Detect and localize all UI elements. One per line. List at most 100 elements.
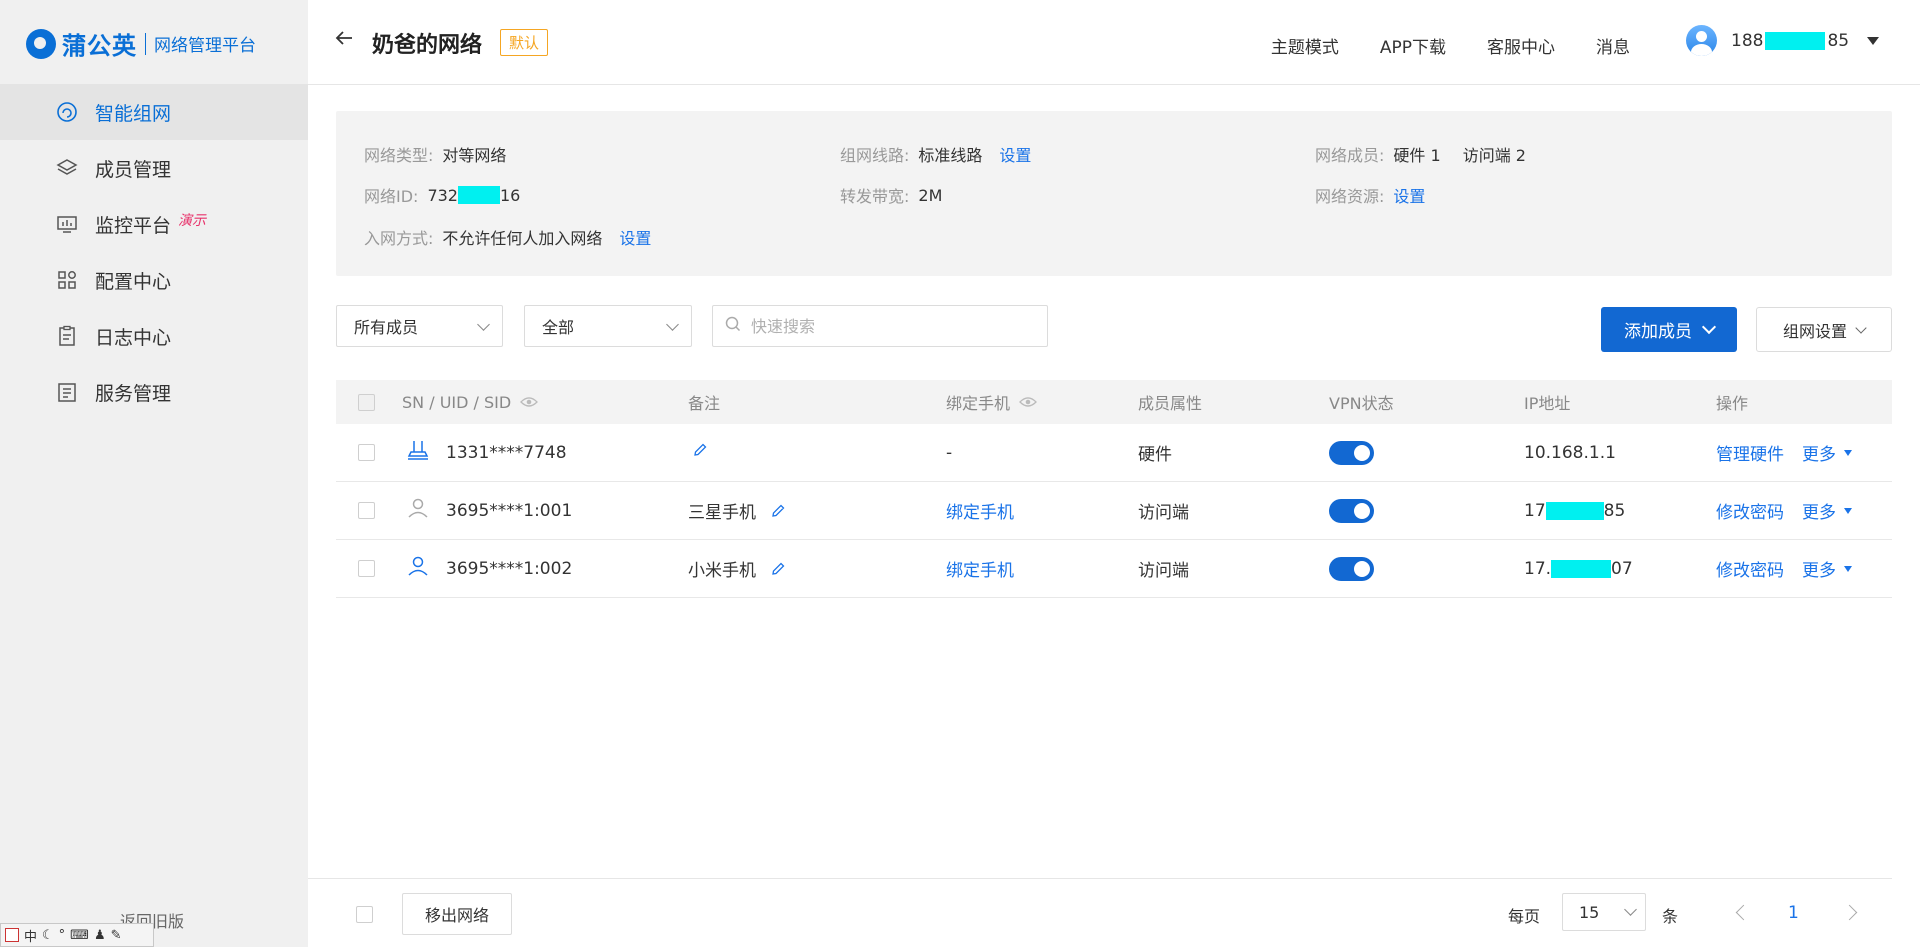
logo[interactable]: 蒲公英 网络管理平台 — [26, 26, 256, 61]
add-member-button[interactable]: 添加成员 — [1601, 307, 1737, 352]
table-header: SN / UID / SID 备注 绑定手机 成员属性 VPN状态 IP地址 操… — [336, 380, 1892, 424]
eye-icon[interactable] — [1019, 396, 1037, 408]
monitor-icon — [56, 213, 78, 235]
sidebar-item-member-management[interactable]: 成员管理 — [0, 140, 308, 196]
per-page-unit: 条 — [1662, 907, 1679, 926]
remark-cell: 小米手机 — [688, 540, 786, 597]
ime-toolbar[interactable]: 中 ☾ ° ⌨ ♟ ✎ — [0, 923, 154, 947]
user-menu[interactable]: 188 85 — [1686, 25, 1880, 56]
search-box[interactable] — [712, 305, 1048, 347]
network-settings-button[interactable]: 组网设置 — [1756, 307, 1892, 352]
join-method-settings-link[interactable]: 设置 — [619, 225, 651, 249]
layers-icon — [56, 157, 78, 179]
user-phone-suffix: 85 — [1827, 30, 1850, 51]
vpn-toggle[interactable] — [1329, 440, 1374, 465]
sidebar-item-smart-network[interactable]: 智能组网 — [0, 84, 308, 140]
header-attr: 成员属性 — [1138, 394, 1203, 413]
pencil-icon[interactable] — [770, 503, 786, 519]
network-type-label: 网络类型: — [364, 146, 434, 165]
logo-divider — [145, 32, 146, 55]
next-page-icon[interactable] — [1841, 904, 1858, 921]
remark-value: 小米手机 — [688, 561, 756, 581]
page-size-value: 15 — [1579, 902, 1600, 922]
page-size-select[interactable]: 15 — [1562, 893, 1646, 931]
pencil-icon[interactable] — [692, 442, 708, 463]
remark-cell — [692, 424, 708, 481]
chevron-down-icon — [1701, 319, 1717, 335]
vpn-toggle[interactable] — [1329, 498, 1374, 523]
change-password-link[interactable]: 修改密码 — [1716, 498, 1784, 523]
ime-logo-icon — [5, 928, 19, 942]
ip-value: 10.168.1.1 — [1524, 442, 1616, 463]
add-member-label: 添加成员 — [1624, 322, 1692, 342]
attr-value: 硬件 — [1138, 445, 1172, 465]
caret-down-icon — [1844, 449, 1852, 456]
more-dropdown[interactable]: 更多 — [1802, 556, 1836, 581]
type-filter-select[interactable]: 全部 — [524, 305, 692, 347]
sidebar-item-monitoring[interactable]: 监控平台 演示 — [0, 196, 308, 252]
per-page-label: 每页 — [1508, 907, 1541, 926]
router-icon — [406, 438, 430, 467]
bandwidth-value: 2M — [918, 185, 943, 205]
prev-page-icon[interactable] — [1735, 904, 1752, 921]
row-checkbox[interactable] — [358, 444, 375, 461]
sidebar-item-label: 配置中心 — [95, 270, 172, 293]
header-sn: SN / UID / SID — [402, 380, 539, 424]
remark-value: 三星手机 — [688, 503, 756, 523]
select-all-checkbox[interactable] — [358, 393, 375, 411]
join-method-value: 不允许任何人加入网络 — [442, 229, 603, 248]
more-dropdown[interactable]: 更多 — [1802, 440, 1836, 465]
member-filter-select[interactable]: 所有成员 — [336, 305, 503, 347]
change-password-link[interactable]: 修改密码 — [1716, 556, 1784, 581]
sidebar-item-config-center[interactable]: 配置中心 — [0, 252, 308, 308]
bind-phone-link[interactable]: 绑定手机 — [946, 482, 1014, 539]
row-checkbox[interactable] — [358, 502, 375, 519]
header-checkbox-cell — [358, 380, 375, 424]
clipboard-icon — [56, 325, 78, 347]
messages-link[interactable]: 消息 — [1596, 33, 1630, 58]
pencil-icon[interactable] — [770, 561, 786, 577]
network-type-value: 对等网络 — [442, 146, 507, 165]
table-row: 3695****1:002 小米手机 绑定手机 访问端 17. 07 修改密码 … — [336, 540, 1892, 598]
network-resource-settings-link[interactable]: 设置 — [1393, 183, 1425, 207]
more-dropdown[interactable]: 更多 — [1802, 498, 1836, 523]
move-out-network-button[interactable]: 移出网络 — [402, 893, 512, 935]
wrench-icon: ✎ — [110, 927, 122, 943]
ip-prefix: 17. — [1524, 558, 1552, 579]
network-settings-label: 组网设置 — [1782, 321, 1847, 341]
table-row: 3695****1:001 三星手机 绑定手机 访问端 17 85 修改密码 更… — [336, 482, 1892, 540]
brand-name: 蒲公英 — [62, 32, 137, 60]
remark-cell: 三星手机 — [688, 482, 786, 539]
bind-phone-link[interactable]: 绑定手机 — [946, 540, 1014, 597]
sidebar-item-service-management[interactable]: 服务管理 — [0, 364, 308, 420]
theme-mode-link[interactable]: 主题模式 — [1271, 33, 1339, 58]
sidebar-item-label: 服务管理 — [95, 382, 172, 405]
footer-select-all-checkbox[interactable] — [356, 906, 373, 923]
device-cell: 3695****1:002 — [406, 540, 572, 597]
ip-suffix: 85 — [1603, 500, 1626, 521]
page-number-current[interactable]: 1 — [1788, 903, 1799, 923]
app-download-link[interactable]: APP下载 — [1380, 33, 1446, 58]
device-cell: 1331****7748 — [406, 424, 567, 481]
row-checkbox[interactable] — [358, 560, 375, 577]
customer-service-link[interactable]: 客服中心 — [1487, 33, 1555, 58]
header-sn-label: SN / UID / SID — [402, 392, 512, 412]
user-blue-icon — [406, 554, 430, 583]
vpn-cell — [1329, 540, 1374, 597]
vpn-toggle[interactable] — [1329, 556, 1374, 581]
attr-value: 访问端 — [1138, 561, 1189, 581]
sidebar-nav: 智能组网 成员管理 监控平台 演示 配置中心 日志中心 服务管理 — [0, 84, 308, 420]
device-cell: 3695****1:001 — [406, 482, 572, 539]
eye-icon[interactable] — [520, 396, 539, 408]
list-doc-icon — [56, 381, 78, 403]
manage-hardware-link[interactable]: 管理硬件 — [1716, 440, 1784, 465]
redaction-mask — [1551, 559, 1612, 578]
back-arrow-icon[interactable] — [334, 28, 354, 52]
header-ip: IP地址 — [1524, 394, 1571, 413]
join-method-label: 入网方式: — [364, 229, 434, 248]
network-line-settings-link[interactable]: 设置 — [999, 142, 1031, 166]
search-input[interactable] — [749, 315, 1033, 337]
vpn-cell — [1329, 482, 1374, 539]
top-bar: 奶爸的网络 默认 主题模式 APP下载 客服中心 消息 — [308, 0, 1920, 85]
sidebar-item-log-center[interactable]: 日志中心 — [0, 308, 308, 364]
